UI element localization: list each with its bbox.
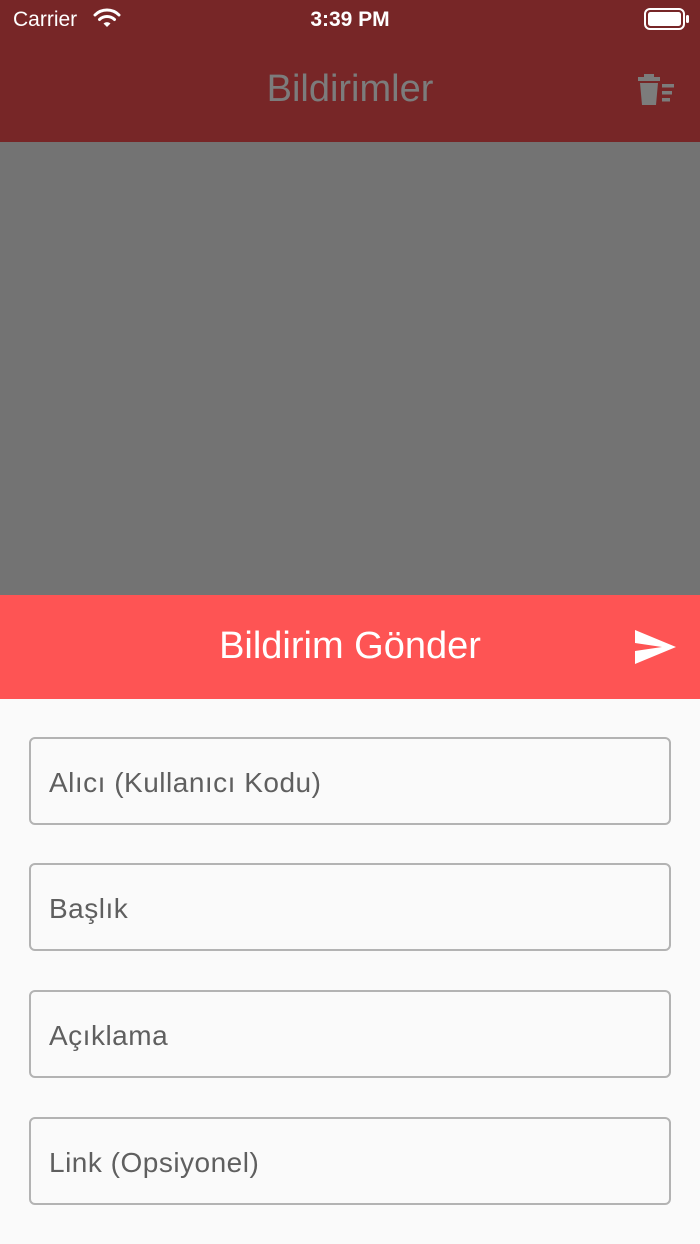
title-field-label: Başlık bbox=[49, 893, 129, 924]
sheet-header: Bildirim Gönder bbox=[0, 595, 700, 699]
send-notification-sheet: Bildirim Gönder Alıcı (Kullanıcı Kodu) B… bbox=[0, 595, 700, 1244]
link-field-label: Link (Opsiyonel) bbox=[49, 1147, 260, 1178]
clock: 3:39 PM bbox=[310, 8, 390, 31]
recipient-field-label: Alıcı (Kullanıcı Kodu) bbox=[49, 767, 322, 798]
status-bar: Carrier 3:39 PM bbox=[0, 0, 700, 40]
battery-icon bbox=[644, 8, 689, 30]
description-field-label: Açıklama bbox=[49, 1020, 169, 1051]
sheet-title: Bildirim Gönder bbox=[219, 625, 481, 667]
title-field[interactable]: Başlık bbox=[29, 863, 671, 951]
page-title: Bildirimler bbox=[266, 68, 434, 110]
recipient-field[interactable]: Alıcı (Kullanıcı Kodu) bbox=[29, 737, 671, 825]
modal-scrim[interactable] bbox=[0, 142, 700, 595]
delete-sweep-icon[interactable] bbox=[634, 72, 676, 108]
send-icon[interactable] bbox=[632, 627, 678, 667]
link-field[interactable]: Link (Opsiyonel) bbox=[29, 1117, 671, 1205]
description-field[interactable]: Açıklama bbox=[29, 990, 671, 1078]
app-bar: Bildirimler bbox=[0, 40, 700, 142]
top-area: Carrier 3:39 PM Bildirimler bbox=[0, 0, 700, 142]
screen: Carrier 3:39 PM Bildirimler Bildirim Gön… bbox=[0, 0, 700, 1244]
